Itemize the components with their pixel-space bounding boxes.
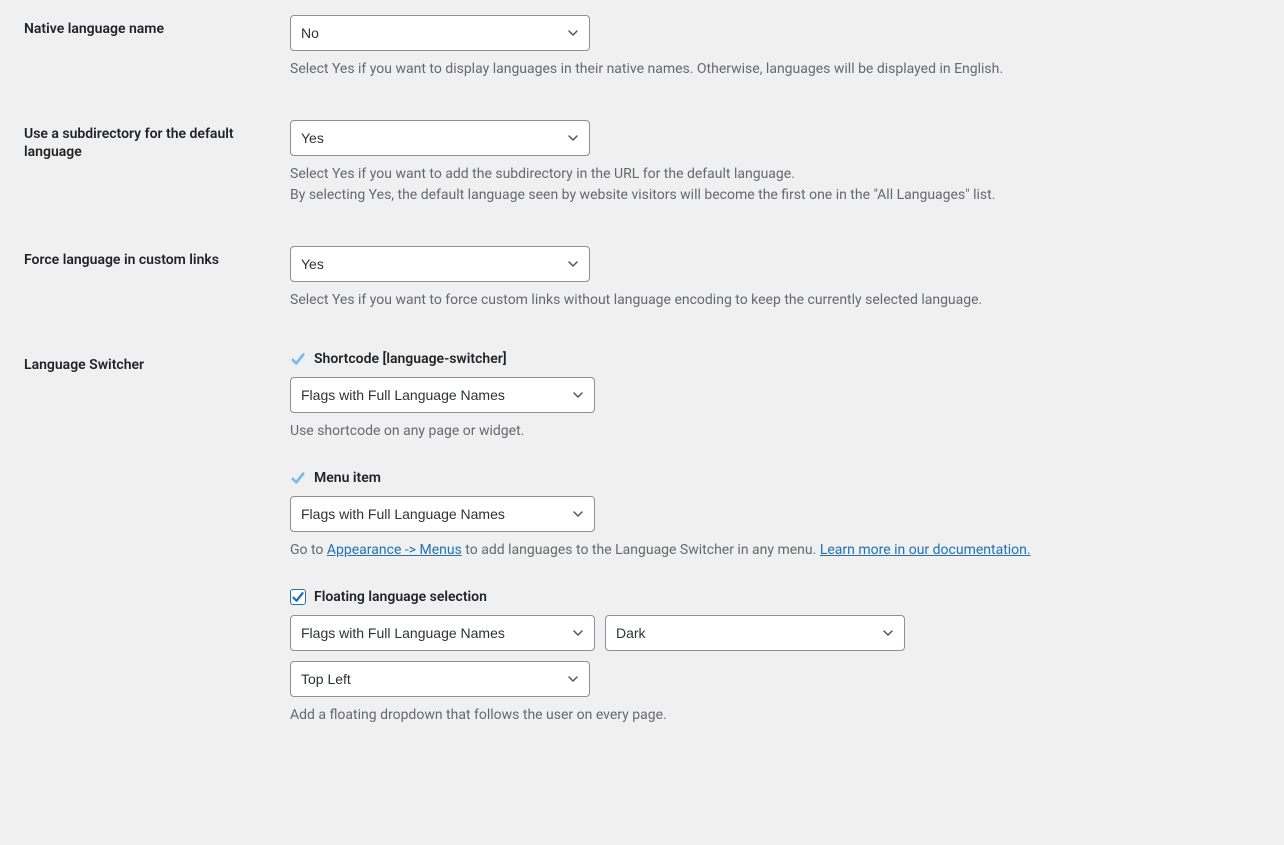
subdirectory-description: Select Yes if you want to add the subdir…: [290, 164, 1190, 206]
menu-item-title: Menu item: [314, 470, 381, 486]
documentation-link[interactable]: Learn more in our documentation.: [820, 542, 1031, 558]
floating-style-select[interactable]: Flags with Full Language Names: [290, 615, 595, 651]
shortcode-description: Use shortcode on any page or widget.: [290, 421, 1190, 442]
menu-item-description: Go to Appearance -> Menus to add languag…: [290, 540, 1190, 561]
native-language-name-description: Select Yes if you want to display langua…: [290, 59, 1190, 80]
native-language-name-select[interactable]: No: [290, 15, 590, 51]
language-switcher-label: Language Switcher: [0, 336, 280, 751]
floating-description: Add a floating dropdown that follows the…: [290, 705, 1190, 726]
floating-block: Floating language selection Flags with F…: [290, 589, 1274, 726]
shortcode-block: Shortcode [language-switcher] Flags with…: [290, 351, 1274, 442]
appearance-menus-link[interactable]: Appearance -> Menus: [327, 542, 462, 558]
native-language-name-label: Native language name: [0, 0, 280, 105]
floating-position-select[interactable]: Top Left: [290, 661, 590, 697]
floating-title: Floating language selection: [314, 589, 487, 605]
subdirectory-label: Use a subdirectory for the default langu…: [0, 105, 280, 231]
check-icon: [290, 351, 306, 367]
shortcode-title: Shortcode [language-switcher]: [314, 351, 507, 367]
force-links-description: Select Yes if you want to force custom l…: [290, 290, 1190, 311]
menu-item-block: Menu item Flags with Full Language Names…: [290, 470, 1274, 561]
menu-item-style-select[interactable]: Flags with Full Language Names: [290, 496, 595, 532]
floating-checkbox[interactable]: [290, 589, 306, 605]
force-links-label: Force language in custom links: [0, 231, 280, 336]
floating-theme-select[interactable]: Dark: [605, 615, 905, 651]
subdirectory-select[interactable]: Yes: [290, 120, 590, 156]
shortcode-style-select[interactable]: Flags with Full Language Names: [290, 377, 595, 413]
check-icon: [290, 470, 306, 486]
force-links-select[interactable]: Yes: [290, 246, 590, 282]
